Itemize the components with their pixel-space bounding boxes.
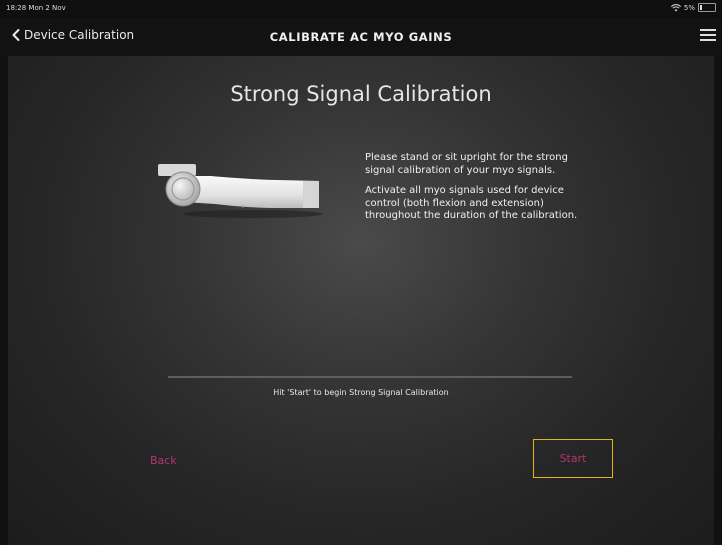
status-bar: 18:28 Mon 2 Nov 5% bbox=[0, 0, 722, 18]
wifi-icon bbox=[670, 3, 681, 11]
calibration-heading: Strong Signal Calibration bbox=[230, 82, 492, 106]
start-hint: Hit 'Start' to begin Strong Signal Calib… bbox=[273, 388, 449, 397]
start-button[interactable]: Start bbox=[533, 439, 613, 478]
calibration-instructions: Please stand or sit upright for the stro… bbox=[365, 152, 593, 231]
status-indicators: 5% bbox=[670, 3, 716, 12]
app-window: 18:28 Mon 2 Nov 5% Device Calibration CA… bbox=[0, 0, 722, 545]
status-time: 18:28 Mon 2 Nov bbox=[6, 4, 66, 12]
progress-divider bbox=[168, 376, 572, 378]
instruction-activate: Activate all myo signals used for device… bbox=[365, 185, 578, 221]
battery-icon bbox=[698, 3, 716, 12]
prosthetic-arm-illustration bbox=[158, 164, 323, 218]
hamburger-menu-icon[interactable] bbox=[700, 28, 716, 42]
page-title: CALIBRATE AC MYO GAINS bbox=[269, 30, 453, 44]
main-content: Strong Signal Calibration Please stand o… bbox=[8, 56, 714, 545]
navigation-bar: Device Calibration CALIBRATE AC MYO GAIN… bbox=[0, 18, 722, 56]
battery-percentage: 5% bbox=[683, 3, 695, 12]
instruction-upright: Please stand or sit upright for the stro… bbox=[365, 152, 568, 176]
back-button[interactable]: Back bbox=[150, 454, 177, 467]
